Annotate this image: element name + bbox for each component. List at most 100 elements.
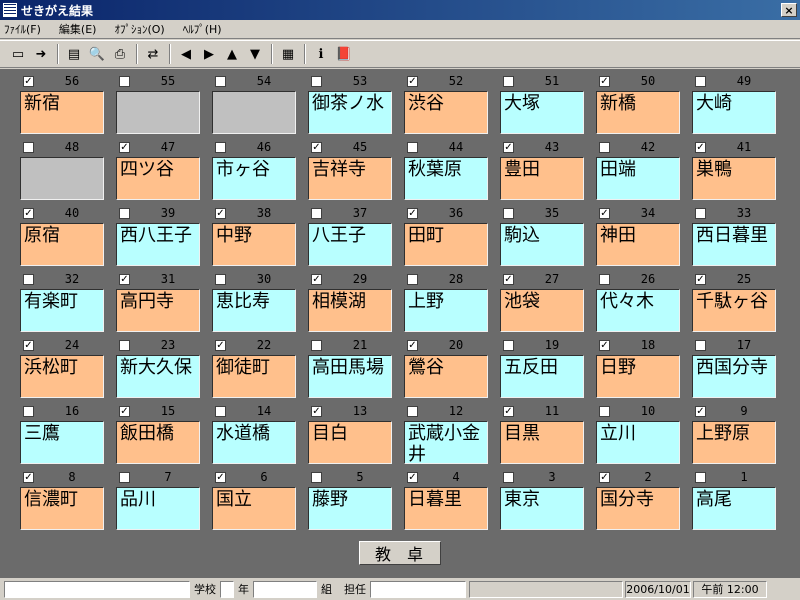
seat[interactable]: 17 西国分寺	[692, 336, 776, 398]
seat[interactable]: 49 大崎	[692, 72, 776, 134]
seat[interactable]: ✓ 45 吉祥寺	[308, 138, 392, 200]
seat[interactable]: 55	[116, 72, 200, 134]
status-field-year[interactable]	[220, 580, 234, 598]
seat-checkbox[interactable]: ✓	[407, 75, 418, 87]
seat-checkbox[interactable]: ✓	[599, 339, 610, 351]
seat-checkbox[interactable]	[311, 339, 322, 351]
seat-name[interactable]: 新大久保	[116, 355, 200, 398]
seat-checkbox[interactable]: ✓	[407, 339, 418, 351]
seat-checkbox[interactable]: ✓	[215, 339, 226, 351]
seat-checkbox[interactable]: ✓	[695, 405, 706, 417]
seat-checkbox[interactable]: ✓	[119, 141, 130, 153]
seat[interactable]: 37 八王子	[308, 204, 392, 266]
status-field-class[interactable]	[253, 580, 317, 598]
menu-help[interactable]: ﾍﾙﾌﾟ(H)	[183, 21, 222, 37]
seat-name[interactable]: 渋谷	[404, 91, 488, 134]
status-field-teacher[interactable]	[370, 580, 466, 598]
seat-name[interactable]: 武蔵小金井	[404, 421, 488, 464]
seat-name[interactable]: 国立	[212, 487, 296, 530]
seat-checkbox[interactable]	[215, 75, 226, 87]
seat-name[interactable]: 水道橋	[212, 421, 296, 464]
seat-checkbox[interactable]	[23, 405, 34, 417]
properties-icon[interactable]: ▤	[64, 44, 84, 64]
seat[interactable]: 42 田端	[596, 138, 680, 200]
seat-checkbox[interactable]	[407, 405, 418, 417]
shuffle-icon[interactable]: ⇄	[143, 44, 163, 64]
seat-name[interactable]: 有楽町	[20, 289, 104, 332]
seat-checkbox[interactable]	[119, 339, 130, 351]
seat[interactable]: 33 西日暮里	[692, 204, 776, 266]
seat-name[interactable]: 市ヶ谷	[212, 157, 296, 200]
seat-name[interactable]: 恵比寿	[212, 289, 296, 332]
seat-name[interactable]: 立川	[596, 421, 680, 464]
seat-checkbox[interactable]: ✓	[311, 273, 322, 285]
seat[interactable]: 30 恵比寿	[212, 270, 296, 332]
save-icon[interactable]: ▭	[8, 44, 28, 64]
status-field-school-name[interactable]	[4, 580, 190, 598]
export-icon[interactable]: ➜	[31, 44, 51, 64]
seat-name[interactable]: 日暮里	[404, 487, 488, 530]
seat[interactable]: 7 品川	[116, 468, 200, 530]
seat[interactable]: ✓ 22 御徒町	[212, 336, 296, 398]
seat[interactable]: ✓ 20 鶯谷	[404, 336, 488, 398]
seat-checkbox[interactable]	[311, 471, 322, 483]
seat-checkbox[interactable]	[407, 273, 418, 285]
seat-name[interactable]: 東京	[500, 487, 584, 530]
seat-checkbox[interactable]: ✓	[599, 207, 610, 219]
seat[interactable]: ✓ 29 相模湖	[308, 270, 392, 332]
seat[interactable]: ✓ 18 日野	[596, 336, 680, 398]
seat-name[interactable]: 御茶ノ水	[308, 91, 392, 134]
seat-name[interactable]: 池袋	[500, 289, 584, 332]
seat[interactable]: ✓ 34 神田	[596, 204, 680, 266]
seat-name[interactable]: 上野原	[692, 421, 776, 464]
seat-name[interactable]: 駒込	[500, 223, 584, 266]
seat-name[interactable]: 三鷹	[20, 421, 104, 464]
print-preview-icon[interactable]: 🔍	[87, 44, 107, 64]
seat-checkbox[interactable]	[119, 207, 130, 219]
print-icon[interactable]: ⎙	[110, 44, 130, 64]
seat[interactable]: 16 三鷹	[20, 402, 104, 464]
seat-name[interactable]: 大崎	[692, 91, 776, 134]
seat-name[interactable]: 原宿	[20, 223, 104, 266]
seat[interactable]: 3 東京	[500, 468, 584, 530]
seat[interactable]: 28 上野	[404, 270, 488, 332]
seat-name[interactable]: 浜松町	[20, 355, 104, 398]
seat-name[interactable]: 秋葉原	[404, 157, 488, 200]
empty-seat[interactable]	[116, 91, 200, 134]
arrow-up-icon[interactable]: ▲	[222, 44, 242, 64]
seat[interactable]: ✓ 56 新宿	[20, 72, 104, 134]
seat-name[interactable]: 田端	[596, 157, 680, 200]
seat[interactable]: ✓ 36 田町	[404, 204, 488, 266]
arrow-right-icon[interactable]: ▶	[199, 44, 219, 64]
seat-checkbox[interactable]	[407, 141, 418, 153]
seat-checkbox[interactable]	[215, 405, 226, 417]
seat-checkbox[interactable]: ✓	[695, 273, 706, 285]
seat-checkbox[interactable]	[23, 273, 34, 285]
seat[interactable]: ✓ 43 豊田	[500, 138, 584, 200]
seat[interactable]: ✓ 8 信濃町	[20, 468, 104, 530]
seat[interactable]: ✓ 38 中野	[212, 204, 296, 266]
seat[interactable]: ✓ 9 上野原	[692, 402, 776, 464]
seat-checkbox[interactable]: ✓	[311, 141, 322, 153]
seat[interactable]: 10 立川	[596, 402, 680, 464]
seat[interactable]: ✓ 13 目白	[308, 402, 392, 464]
seat-checkbox[interactable]: ✓	[407, 207, 418, 219]
seat[interactable]: 19 五反田	[500, 336, 584, 398]
seat[interactable]: ✓ 47 四ツ谷	[116, 138, 200, 200]
seat[interactable]: 39 西八王子	[116, 204, 200, 266]
seat[interactable]: 14 水道橋	[212, 402, 296, 464]
seat-name[interactable]: 新橋	[596, 91, 680, 134]
seat-checkbox[interactable]: ✓	[23, 471, 34, 483]
seat-checkbox[interactable]: ✓	[215, 471, 226, 483]
seat[interactable]: 21 高田馬場	[308, 336, 392, 398]
seat-name[interactable]: 飯田橋	[116, 421, 200, 464]
close-button[interactable]: ×	[781, 3, 797, 17]
seat-name[interactable]: 目黒	[500, 421, 584, 464]
seat-name[interactable]: 藤野	[308, 487, 392, 530]
seat-name[interactable]: 御徒町	[212, 355, 296, 398]
seat-name[interactable]: 八王子	[308, 223, 392, 266]
seat-checkbox[interactable]: ✓	[503, 405, 514, 417]
seat[interactable]: ✓ 52 渋谷	[404, 72, 488, 134]
seat[interactable]: 48	[20, 138, 104, 200]
seat[interactable]: ✓ 11 目黒	[500, 402, 584, 464]
